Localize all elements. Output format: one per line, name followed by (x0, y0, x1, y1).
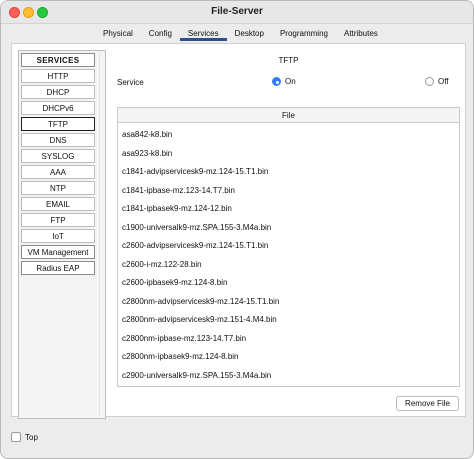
service-on-label: On (285, 77, 296, 86)
service-on-radio[interactable] (272, 77, 281, 86)
service-off-radio[interactable] (425, 77, 434, 86)
services-list: SERVICES HTTP DHCP DHCPv6 TFTP DNS SYSLO… (21, 53, 95, 277)
tab-programming[interactable]: Programming (272, 27, 336, 41)
file-row[interactable]: c2600-ipbasek9-mz.124-8.bin (118, 274, 459, 293)
file-row[interactable]: c1841-advipservicesk9-mz.124-15.T1.bin (118, 163, 459, 182)
tab-physical[interactable]: Physical (95, 27, 141, 41)
tab-desktop[interactable]: Desktop (227, 27, 272, 41)
sidebar-scrollbar[interactable] (99, 53, 105, 416)
file-row[interactable]: c2800nm-advipservicesk9-mz.124-15.T1.bin (118, 293, 459, 312)
footer: Top (11, 432, 38, 442)
service-label: Service (117, 78, 144, 87)
file-row[interactable]: c2800nm-advipservicesk9-mz.151-4.M4.bin (118, 311, 459, 330)
sidebar-item-syslog[interactable]: SYSLOG (21, 149, 95, 163)
tab-attributes[interactable]: Attributes (336, 27, 386, 41)
top-checkbox[interactable] (11, 432, 21, 442)
file-row[interactable]: c1841-ipbasek9-mz.124-12.bin (118, 200, 459, 219)
file-row[interactable]: c1900-universalk9-mz.SPA.155-3.M4a.bin (118, 219, 459, 238)
window-title: File-Server (211, 6, 263, 17)
sidebar-item-tftp[interactable]: TFTP (21, 117, 95, 131)
file-column-header: File (118, 108, 459, 123)
sidebar-item-vm-management[interactable]: VM Management (21, 245, 95, 259)
file-row[interactable]: c1841-ipbase-mz.123-14.T7.bin (118, 182, 459, 201)
file-server-window: File-Server Physical Config Services Des… (0, 0, 474, 459)
sidebar-item-ntp[interactable]: NTP (21, 181, 95, 195)
file-row[interactable]: c2800nm-ipbase-mz.123-14.T7.bin (118, 330, 459, 349)
top-label: Top (25, 432, 38, 442)
service-off-label: Off (438, 77, 449, 86)
tftp-panel: TFTP Service On Off File asa842-k8.bin a… (117, 50, 460, 412)
file-list: asa842-k8.bin asa923-k8.bin c1841-advips… (118, 123, 459, 385)
tab-services[interactable]: Services (179, 27, 227, 41)
sidebar-item-ftp[interactable]: FTP (21, 213, 95, 227)
service-off-option[interactable]: Off (425, 77, 449, 86)
file-row[interactable]: asa923-k8.bin (118, 145, 459, 164)
sidebar-item-aaa[interactable]: AAA (21, 165, 95, 179)
file-row[interactable]: c2600-i-mz.122-28.bin (118, 256, 459, 275)
title-bar: File-Server (1, 1, 473, 24)
panel-title: TFTP (278, 56, 299, 65)
service-on-option[interactable]: On (272, 77, 296, 86)
sidebar-item-dns[interactable]: DNS (21, 133, 95, 147)
sidebar-item-dhcpv6[interactable]: DHCPv6 (21, 101, 95, 115)
tab-bar: Physical Config Services Desktop Program… (95, 27, 386, 41)
file-row[interactable]: asa842-k8.bin (118, 126, 459, 145)
services-heading: SERVICES (21, 53, 95, 67)
sidebar-item-iot[interactable]: IoT (21, 229, 95, 243)
sidebar-item-email[interactable]: EMAIL (21, 197, 95, 211)
services-content: SERVICES HTTP DHCP DHCPv6 TFTP DNS SYSLO… (11, 43, 466, 419)
sidebar-item-http[interactable]: HTTP (21, 69, 95, 83)
sidebar-item-dhcp[interactable]: DHCP (21, 85, 95, 99)
remove-file-button[interactable]: Remove File (396, 396, 459, 411)
file-row[interactable]: c2900-universalk9-mz.SPA.155-3.M4a.bin (118, 367, 459, 386)
file-row[interactable]: c2600-advipservicesk9-mz.124-15.T1.bin (118, 237, 459, 256)
file-row[interactable]: c2800nm-ipbasek9-mz.124-8.bin (118, 348, 459, 367)
file-table: File asa842-k8.bin asa923-k8.bin c1841-a… (117, 107, 460, 387)
sidebar-item-radius-eap[interactable]: Radius EAP (21, 261, 95, 275)
services-sidebar: SERVICES HTTP DHCP DHCPv6 TFTP DNS SYSLO… (18, 50, 106, 419)
tab-config[interactable]: Config (141, 27, 180, 41)
